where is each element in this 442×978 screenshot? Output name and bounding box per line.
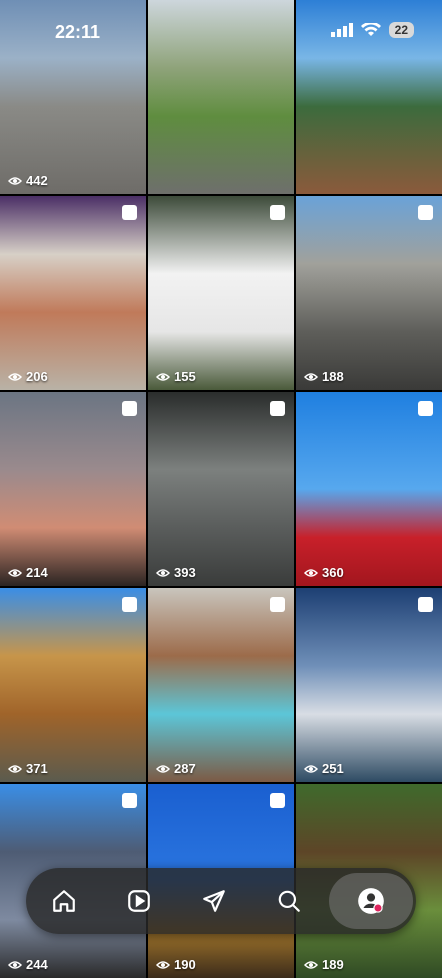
view-count-value: 206 bbox=[26, 369, 48, 384]
multi-post-icon bbox=[418, 597, 433, 612]
eye-icon bbox=[156, 764, 170, 773]
view-count-value: 244 bbox=[26, 957, 48, 972]
view-count-value: 251 bbox=[322, 761, 344, 776]
eye-icon bbox=[8, 176, 22, 185]
view-count: 206 bbox=[8, 369, 48, 384]
eye-icon bbox=[8, 764, 22, 773]
home-icon bbox=[52, 890, 75, 912]
view-count: 393 bbox=[156, 565, 196, 580]
eye-icon bbox=[156, 568, 170, 577]
multi-post-icon bbox=[418, 205, 433, 220]
view-count: 371 bbox=[8, 761, 48, 776]
nav-profile[interactable] bbox=[329, 873, 414, 929]
eye-icon bbox=[8, 960, 22, 969]
grid-post[interactable]: 155 bbox=[148, 196, 294, 390]
multi-post-icon bbox=[270, 793, 285, 808]
posts-grid: 442 206 155 188 214 393 360 371 287 251 244 190 189 bbox=[0, 0, 442, 978]
search-icon bbox=[278, 890, 300, 912]
view-count-value: 393 bbox=[174, 565, 196, 580]
eye-icon bbox=[304, 372, 318, 381]
multi-post-icon bbox=[270, 401, 285, 416]
view-count-value: 214 bbox=[26, 565, 48, 580]
view-count: 287 bbox=[156, 761, 196, 776]
grid-post[interactable]: 206 bbox=[0, 196, 146, 390]
grid-post[interactable]: 287 bbox=[148, 588, 294, 782]
multi-post-icon bbox=[122, 597, 137, 612]
multi-post-icon bbox=[122, 793, 137, 808]
nav-search[interactable] bbox=[254, 873, 324, 929]
send-icon bbox=[203, 890, 225, 912]
eye-icon bbox=[8, 568, 22, 577]
multi-post-icon bbox=[418, 401, 433, 416]
view-count-value: 371 bbox=[26, 761, 48, 776]
view-count-value: 155 bbox=[174, 369, 196, 384]
nav-reels[interactable] bbox=[104, 873, 174, 929]
signal-icon bbox=[330, 23, 353, 37]
view-count: 189 bbox=[304, 957, 344, 972]
view-count-value: 188 bbox=[322, 369, 344, 384]
grid-post[interactable]: 188 bbox=[296, 196, 442, 390]
bottom-nav bbox=[26, 868, 416, 934]
view-count: 251 bbox=[304, 761, 344, 776]
eye-icon bbox=[8, 372, 22, 381]
eye-icon bbox=[304, 568, 318, 577]
wifi-icon bbox=[360, 23, 381, 36]
battery-indicator: 22 bbox=[388, 22, 414, 38]
view-count: 155 bbox=[156, 369, 196, 384]
status-bar: 22:11 22 bbox=[0, 0, 442, 60]
multi-post-icon bbox=[122, 205, 137, 220]
grid-post[interactable]: 251 bbox=[296, 588, 442, 782]
status-time: 22:11 bbox=[55, 22, 101, 42]
view-count-value: 190 bbox=[174, 957, 196, 972]
multi-post-icon bbox=[122, 401, 137, 416]
view-count: 442 bbox=[8, 173, 48, 188]
multi-post-icon bbox=[270, 597, 285, 612]
view-count: 188 bbox=[304, 369, 344, 384]
reels-icon bbox=[127, 890, 150, 912]
eye-icon bbox=[304, 960, 318, 969]
view-count: 214 bbox=[8, 565, 48, 580]
grid-post[interactable]: 393 bbox=[148, 392, 294, 586]
nav-messages[interactable] bbox=[179, 873, 249, 929]
view-count-value: 360 bbox=[322, 565, 344, 580]
view-count: 244 bbox=[8, 957, 48, 972]
grid-post[interactable]: 360 bbox=[296, 392, 442, 586]
grid-post[interactable]: 214 bbox=[0, 392, 146, 586]
nav-home[interactable] bbox=[29, 873, 99, 929]
system-icons: 22 bbox=[330, 22, 414, 38]
view-count-value: 442 bbox=[26, 173, 48, 188]
view-count: 190 bbox=[156, 957, 196, 972]
grid-post[interactable]: 371 bbox=[0, 588, 146, 782]
eye-icon bbox=[156, 372, 170, 381]
view-count: 360 bbox=[304, 565, 344, 580]
profile-icon bbox=[358, 888, 385, 914]
multi-post-icon bbox=[270, 205, 285, 220]
eye-icon bbox=[304, 764, 318, 773]
view-count-value: 189 bbox=[322, 957, 344, 972]
eye-icon bbox=[156, 960, 170, 969]
view-count-value: 287 bbox=[174, 761, 196, 776]
